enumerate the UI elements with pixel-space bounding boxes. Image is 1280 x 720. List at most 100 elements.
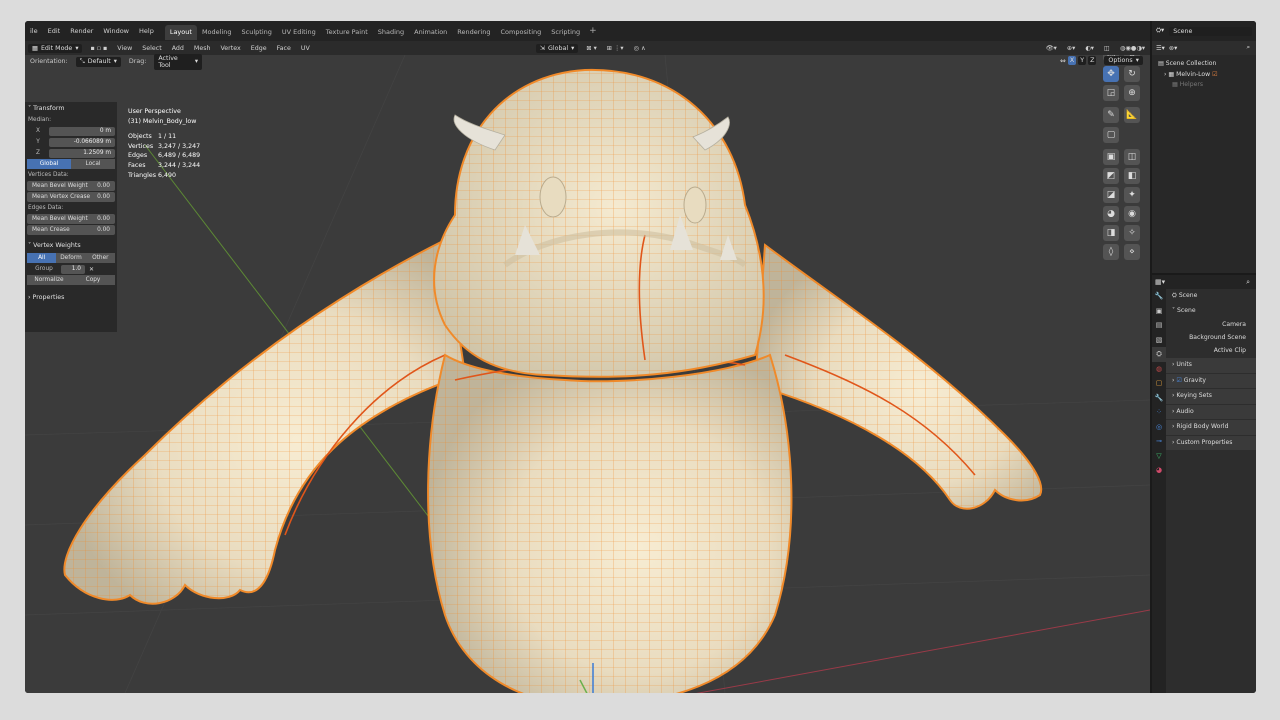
transform-orientation-dropdown[interactable]: ⇲ Global ▾	[535, 43, 579, 53]
copy-button[interactable]: Copy	[71, 275, 115, 285]
vw-deform-button[interactable]: Deform	[56, 253, 86, 263]
physics-tab-icon[interactable]: ◎	[1152, 420, 1166, 435]
checkbox-icon[interactable]: ☑	[1212, 71, 1217, 78]
move-tool-icon[interactable]: ✥	[1103, 66, 1119, 82]
tab-layout[interactable]: Layout	[164, 25, 197, 40]
keying-sets-panel[interactable]: › Keying Sets	[1166, 389, 1256, 404]
audio-panel[interactable]: › Audio	[1166, 405, 1256, 420]
transform-panel-header[interactable]: ˅ Transform	[25, 102, 117, 115]
proportional-edit-icon[interactable]: ◎ ∧	[629, 45, 651, 52]
shear-icon[interactable]: ◊	[1103, 244, 1119, 260]
output-tab-icon[interactable]: ▤	[1152, 318, 1166, 333]
3d-viewport[interactable]: User Perspective (31) Melvin_Body_low Ob…	[25, 55, 1150, 693]
options-dropdown[interactable]: Options ▾	[1104, 56, 1143, 65]
menu-file[interactable]: ile	[25, 21, 43, 41]
scene-selector[interactable]: Scene	[1169, 26, 1252, 36]
view-layer-tab-icon[interactable]: ▧	[1152, 333, 1166, 348]
background-scene-field[interactable]: Background Scene	[1166, 331, 1256, 344]
menu-uv[interactable]: UV	[296, 45, 315, 52]
menu-face[interactable]: Face	[272, 45, 296, 52]
render-tab-icon[interactable]: ▣	[1152, 304, 1166, 319]
menu-add[interactable]: Add	[167, 45, 189, 52]
inset-icon[interactable]: ◫	[1124, 149, 1140, 165]
menu-help[interactable]: Help	[134, 21, 159, 41]
menu-edge[interactable]: Edge	[246, 45, 272, 52]
camera-field[interactable]: Camera	[1166, 318, 1256, 331]
rip-region-icon[interactable]: ⋄	[1124, 244, 1140, 260]
normalize-button[interactable]: Normalize	[27, 275, 71, 285]
custom-properties-panel[interactable]: › Custom Properties	[1166, 436, 1256, 451]
object-tab-icon[interactable]: ▢	[1152, 376, 1166, 391]
mode-dropdown[interactable]: ▦ Edit Mode ▾	[28, 43, 83, 53]
gravity-panel[interactable]: › ☑ Gravity	[1166, 374, 1256, 389]
tab-uv-editing[interactable]: UV Editing	[277, 25, 321, 40]
tab-shading[interactable]: Shading	[373, 25, 409, 40]
tab-animation[interactable]: Animation	[409, 25, 452, 40]
pivot-icon[interactable]: ⊠ ▾	[581, 45, 601, 52]
loop-cut-icon[interactable]: ◧	[1124, 168, 1140, 184]
properties-search-icon[interactable]: ⌕	[1246, 278, 1256, 287]
orientation-dropdown[interactable]: ⤡ Default ▾	[75, 56, 121, 67]
x-field[interactable]: X0 m	[27, 126, 115, 136]
edge-slide-icon[interactable]: ◨	[1103, 225, 1119, 241]
extrude-icon[interactable]: ▣	[1103, 149, 1119, 165]
drag-dropdown[interactable]: Active Tool ▾	[154, 53, 202, 70]
scale-tool-icon[interactable]: ◲	[1103, 85, 1119, 101]
mirror-x-toggle[interactable]: X	[1067, 56, 1077, 65]
viewport-visibility-icon[interactable]: 👁▾	[1041, 44, 1062, 52]
outliner-item-scene-collection[interactable]: ▤ Scene Collection	[1158, 59, 1256, 70]
tab-compositing[interactable]: Compositing	[496, 25, 547, 40]
knife-icon[interactable]: ◪	[1103, 187, 1119, 203]
menu-edit[interactable]: Edit	[43, 21, 66, 41]
tab-rendering[interactable]: Rendering	[452, 25, 495, 40]
poly-build-icon[interactable]: ✦	[1124, 187, 1140, 203]
vw-all-button[interactable]: All	[27, 253, 57, 263]
rotate-tool-icon[interactable]: ↻	[1124, 66, 1140, 82]
menu-render[interactable]: Render	[65, 21, 98, 41]
menu-window[interactable]: Window	[98, 21, 134, 41]
constraints-tab-icon[interactable]: ⊸	[1152, 434, 1166, 449]
mirror-y-toggle[interactable]: Y	[1078, 56, 1087, 65]
add-workspace-button[interactable]: +	[585, 26, 601, 36]
menu-view[interactable]: View	[112, 45, 137, 52]
particles-tab-icon[interactable]: ⁘	[1152, 405, 1166, 420]
tab-scripting[interactable]: Scripting	[546, 25, 585, 40]
vw-other-button[interactable]: Other	[85, 253, 115, 263]
global-button[interactable]: Global	[27, 159, 71, 169]
gravity-checkbox-icon[interactable]: ☑	[1176, 377, 1181, 384]
filter-icon[interactable]: ⊜▾	[1169, 45, 1177, 52]
properties-header[interactable]: › Properties	[25, 291, 117, 304]
group-weight-field[interactable]: Group 1.0 ✕	[27, 264, 115, 274]
menu-select[interactable]: Select	[137, 45, 166, 52]
transform-tool-icon[interactable]: ⊕	[1124, 85, 1140, 101]
select-mode-icons[interactable]: ▪ ▫ ▪	[85, 45, 112, 52]
menu-mesh[interactable]: Mesh	[189, 45, 216, 52]
xray-icon[interactable]: ◫	[1099, 45, 1115, 52]
tab-sculpting[interactable]: Sculpting	[237, 25, 277, 40]
bevel-icon[interactable]: ◩	[1103, 168, 1119, 184]
display-mode-icon[interactable]: ☰▾	[1156, 45, 1165, 52]
tab-texture-paint[interactable]: Texture Paint	[321, 25, 373, 40]
mean-vertex-crease-field[interactable]: Mean Vertex Crease 0.00	[27, 192, 115, 202]
local-button[interactable]: Local	[71, 159, 115, 169]
y-field[interactable]: Y -0.066089 m	[27, 137, 115, 147]
z-field[interactable]: Z 1.2509 m	[27, 148, 115, 158]
edge-bevel-weight-field[interactable]: Mean Bevel Weight 0.00	[27, 214, 115, 224]
snap-icon[interactable]: ⊞ ⋮▾	[602, 45, 629, 52]
tab-modeling[interactable]: Modeling	[197, 25, 237, 40]
scene-tab-icon[interactable]: ⛭	[1152, 347, 1166, 362]
menu-vertex[interactable]: Vertex	[215, 45, 245, 52]
modifiers-tab-icon[interactable]: 🔧	[1152, 391, 1166, 406]
vertex-weights-header[interactable]: ˅ Vertex Weights	[25, 239, 117, 252]
world-tab-icon[interactable]: ◍	[1152, 362, 1166, 377]
delete-weight-icon[interactable]: ✕	[85, 266, 94, 273]
measure-tool-icon[interactable]: 📐	[1124, 107, 1140, 123]
active-clip-field[interactable]: Active Clip	[1166, 344, 1256, 357]
editor-type-icon[interactable]: ▦▾	[1155, 278, 1165, 286]
add-cube-icon[interactable]: ▢	[1103, 127, 1119, 143]
mirror-z-toggle[interactable]: Z	[1088, 56, 1097, 65]
outliner-item-helpers[interactable]: ▦ Helpers	[1158, 80, 1256, 91]
units-panel[interactable]: › Units	[1166, 358, 1256, 373]
data-tab-icon[interactable]: ▽	[1152, 449, 1166, 464]
material-tab-icon[interactable]: ◕	[1152, 463, 1166, 478]
